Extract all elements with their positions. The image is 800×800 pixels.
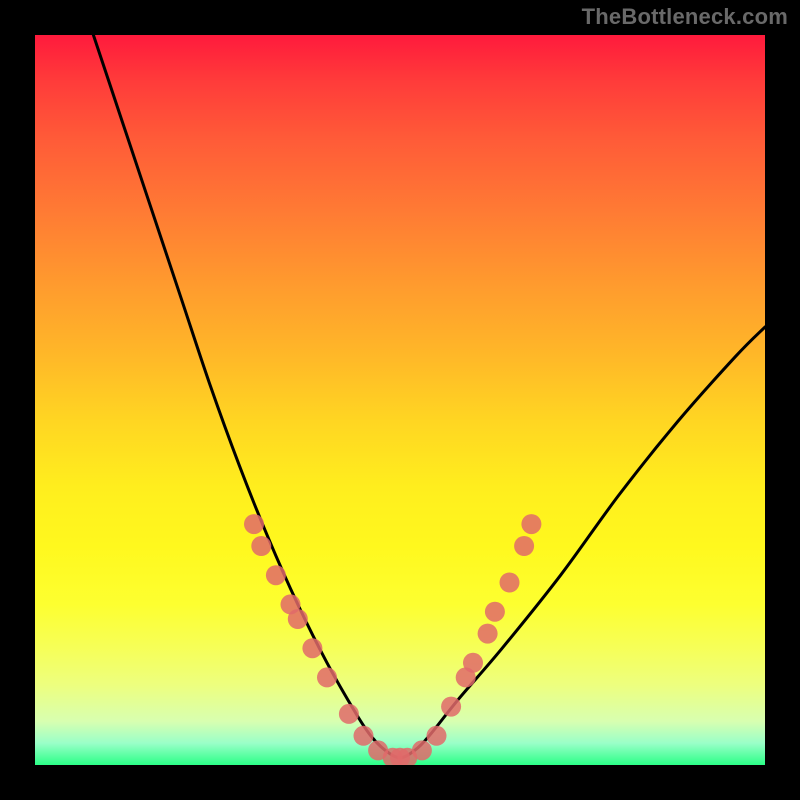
marker-dot — [485, 602, 505, 622]
marker-dot — [288, 609, 308, 629]
marker-dot — [521, 514, 541, 534]
marker-dot — [244, 514, 264, 534]
plot-area — [35, 35, 765, 765]
marker-dot — [441, 697, 461, 717]
marker-dot — [427, 726, 447, 746]
marker-dot — [251, 536, 271, 556]
marker-dot — [354, 726, 374, 746]
marker-dot — [302, 638, 322, 658]
marker-dot — [514, 536, 534, 556]
attribution-label: TheBottleneck.com — [582, 4, 788, 30]
chart-svg — [35, 35, 765, 765]
marker-dot — [463, 653, 483, 673]
highlighted-points — [244, 514, 541, 765]
chart-frame: TheBottleneck.com — [0, 0, 800, 800]
marker-dot — [317, 667, 337, 687]
marker-dot — [339, 704, 359, 724]
bottleneck-curve — [93, 35, 765, 758]
marker-dot — [266, 565, 286, 585]
marker-dot — [500, 573, 520, 593]
marker-dot — [478, 624, 498, 644]
marker-dot — [412, 740, 432, 760]
